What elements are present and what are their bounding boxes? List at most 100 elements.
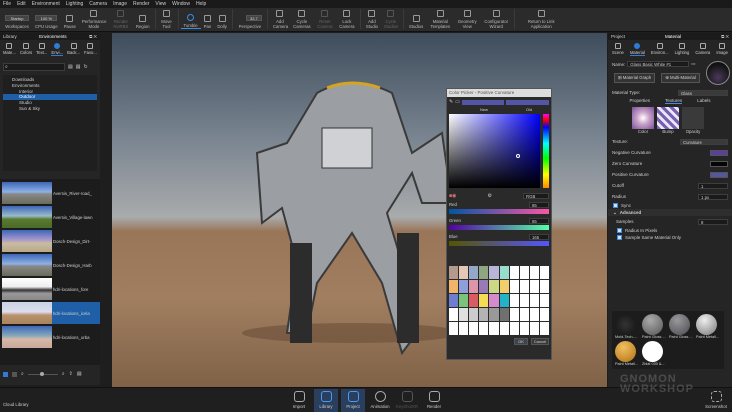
region-button[interactable]: Region — [133, 7, 153, 29]
palette-swatch[interactable] — [499, 294, 509, 307]
tab-image[interactable]: Image — [716, 43, 728, 56]
geometry-view-button[interactable]: Geometry View — [454, 7, 480, 29]
palette-swatch[interactable] — [509, 266, 519, 279]
palette-swatch[interactable] — [489, 308, 499, 321]
palette-swatch[interactable] — [519, 280, 529, 293]
palette-swatch[interactable] — [459, 280, 469, 293]
palette-swatch[interactable] — [509, 280, 519, 293]
material-templates-button[interactable]: Material Templates — [426, 7, 454, 29]
palette-swatch[interactable] — [489, 294, 499, 307]
cpu-select[interactable]: 100 % — [35, 15, 58, 21]
palette-swatch[interactable] — [479, 294, 489, 307]
palette-swatch[interactable] — [539, 266, 549, 279]
render-button[interactable]: Render — [422, 389, 446, 412]
palette-swatch[interactable] — [449, 294, 459, 307]
fov-input[interactable]: 32,7 — [245, 15, 262, 21]
palette-swatch[interactable] — [519, 308, 529, 321]
palette-swatch[interactable] — [489, 266, 499, 279]
screenshot-button[interactable]: Screenshot — [702, 389, 730, 412]
palette-swatch[interactable] — [529, 294, 539, 307]
thumbnail-size-slider[interactable] — [27, 371, 58, 376]
list-item[interactable]: Paint Gloss ... — [669, 314, 694, 339]
eyedropper-icon[interactable]: ✎ — [449, 99, 453, 105]
palette-swatch[interactable] — [469, 266, 479, 279]
palette-swatch[interactable] — [459, 294, 469, 307]
cutoff-input[interactable]: 1 — [698, 182, 728, 189]
zoom-out-icon[interactable]: ⌕ — [21, 371, 24, 377]
negative-curvature-swatch[interactable] — [710, 149, 728, 156]
close-icon[interactable]: ⧉ ✕ — [721, 34, 729, 39]
pause-button[interactable]: Pause — [61, 7, 79, 29]
grid-view-icon[interactable] — [3, 371, 8, 377]
pan-button[interactable]: Pan — [201, 7, 215, 29]
tree-item[interactable]: Sun & Sky — [3, 106, 97, 112]
list-item[interactable]: Paint Gloss ... — [642, 314, 667, 339]
list-item[interactable]: Mold-Tech-... — [615, 314, 640, 339]
tab-lighting[interactable]: Lighting — [675, 43, 689, 56]
cycle-cameras-button[interactable]: Cycle Cameras — [290, 7, 314, 29]
cpu-usage[interactable]: 100 % CPU Usage — [32, 7, 61, 29]
list-item[interactable]: Dosch-Design_Harb — [2, 254, 100, 276]
save-material-icon[interactable]: ▭ — [691, 61, 695, 67]
palette-swatch[interactable] — [509, 322, 519, 335]
palette-swatch[interactable] — [499, 322, 509, 335]
return-link-button[interactable]: Return to Link Application — [521, 7, 561, 29]
green-input[interactable]: 85 — [529, 218, 549, 224]
palette-swatch[interactable] — [459, 266, 469, 279]
search-input[interactable]: ⌕ — [3, 63, 65, 71]
palette-swatch[interactable] — [509, 308, 519, 321]
list-item[interactable]: Paint Metall... — [615, 341, 640, 366]
subtab-labels[interactable]: Labels — [697, 98, 710, 104]
positive-curvature-swatch[interactable] — [710, 171, 728, 178]
render-nurbs-button[interactable]: Render NURBS — [109, 7, 133, 29]
cycle-studios-button[interactable]: Cycle Studios — [381, 7, 401, 29]
dolly-button[interactable]: Dolly — [214, 7, 230, 29]
list-item[interactable]: Paint Metall... — [696, 314, 721, 339]
red-slider[interactable] — [449, 209, 549, 214]
radius-input[interactable]: 1 px — [698, 193, 728, 200]
multi-material-button[interactable]: ⊕ Multi-Material — [661, 73, 700, 83]
subtab-textures[interactable]: Textures — [665, 98, 683, 104]
palette-swatch[interactable] — [539, 322, 549, 335]
performance-mode-button[interactable]: Performance Mode — [79, 7, 109, 29]
import-button[interactable]: Import — [287, 389, 311, 412]
list-item[interactable]: Aversis_River-road_ — [2, 182, 100, 204]
palette-swatch[interactable] — [529, 308, 539, 321]
palette-swatch[interactable] — [519, 322, 529, 335]
texture-slot-bump[interactable]: Bump — [657, 107, 679, 134]
material-name-input[interactable]: Glass Basic White #1 — [627, 61, 690, 67]
subtab-properties[interactable]: Properties — [630, 98, 651, 104]
palette-swatch[interactable] — [479, 266, 489, 279]
list-item[interactable]: Aversis_Village-lawn — [2, 206, 100, 228]
folder-icon[interactable]: ▤ — [68, 64, 73, 70]
cancel-button[interactable]: Cancel — [531, 338, 549, 345]
screen-picker-icon[interactable]: ▭ — [455, 99, 460, 105]
palette-swatch[interactable] — [529, 266, 539, 279]
tab-backplates[interactable]: Back... — [67, 43, 80, 56]
palette-swatch[interactable] — [539, 294, 549, 307]
palette-swatch[interactable] — [449, 322, 459, 335]
keyshotxr-button[interactable]: KeyShotXR — [395, 389, 419, 412]
zoom-in-icon[interactable]: ⌕ — [62, 371, 65, 377]
list-item[interactable]: Dosch-Design_Dirt- — [2, 230, 100, 252]
palette-swatch[interactable] — [469, 280, 479, 293]
list-item[interactable]: hdri-locations_urba — [2, 326, 100, 348]
tab-favorites[interactable]: Favo... — [84, 43, 97, 56]
palette-swatch[interactable] — [459, 308, 469, 321]
lock-camera-button[interactable]: Lock Camera — [336, 7, 358, 29]
palette-swatch[interactable] — [529, 280, 539, 293]
project-tab[interactable]: Project — [611, 34, 625, 39]
add-camera-button[interactable]: Add Camera — [270, 7, 290, 29]
green-slider[interactable] — [449, 225, 549, 230]
advanced-section[interactable]: ⌄ Advanced — [608, 209, 732, 216]
configurator-wizard-button[interactable]: Configurator Wizard — [480, 7, 512, 29]
workspace-select[interactable]: Startup — [5, 15, 29, 21]
old-color-swatch[interactable] — [506, 99, 549, 105]
settings-icon[interactable]: ⚙ — [487, 193, 491, 199]
ok-button[interactable]: OK — [514, 338, 528, 345]
tab-camera[interactable]: Camera — [695, 43, 710, 56]
blue-input[interactable]: 165 — [529, 234, 549, 240]
palette-swatch[interactable] — [449, 280, 459, 293]
palette-swatch[interactable] — [519, 294, 529, 307]
material-graph-button[interactable]: ⊞ Material Graph — [614, 73, 656, 83]
